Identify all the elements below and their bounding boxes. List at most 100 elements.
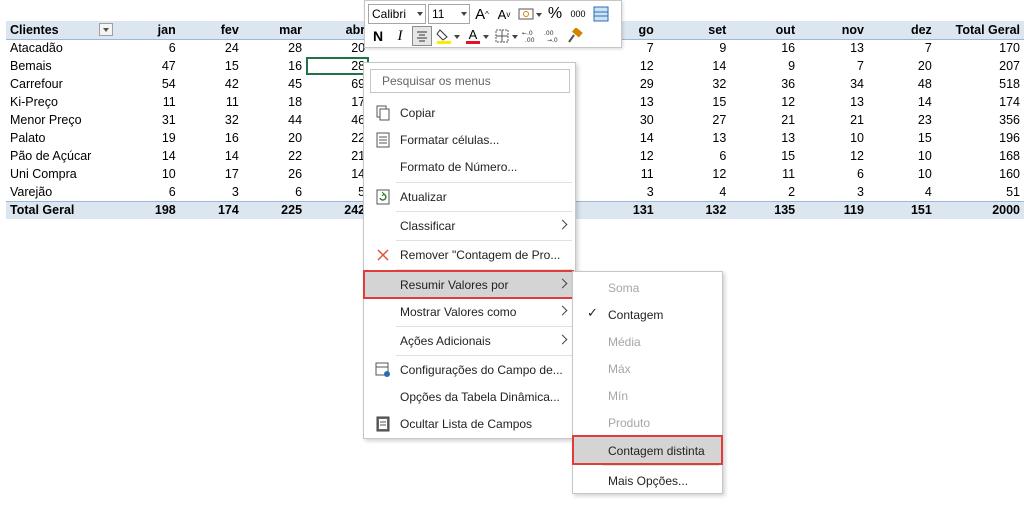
value-cell[interactable]: 12 [799,147,868,165]
row-label-cell[interactable]: Menor Preço [6,111,117,129]
submenu-item-produto[interactable]: Produto [574,409,721,435]
value-cell[interactable]: 119 [799,200,868,219]
value-cell[interactable]: 13 [799,39,868,57]
value-cell[interactable]: 12 [658,165,731,183]
value-cell[interactable]: 4 [868,183,936,201]
submenu-item-media[interactable]: Média [574,328,721,354]
value-cell[interactable]: 356 [936,111,1024,129]
number-format-dropdown[interactable] [536,4,543,24]
fill-color-dropdown[interactable] [454,26,461,46]
menu-item-atualizar[interactable]: Atualizar [365,184,574,210]
filter-dropdown-icon[interactable] [98,22,113,36]
menu-item-copiar[interactable]: Copiar [365,100,574,126]
row-label-cell[interactable]: Total Geral [6,200,117,219]
value-cell[interactable]: 6 [799,165,868,183]
value-cell[interactable]: 6 [117,183,180,201]
header-abr[interactable]: abr [306,21,370,40]
value-cell[interactable]: 22 [243,147,306,165]
fill-color-button[interactable] [434,26,454,46]
value-cell[interactable]: 6 [117,39,180,57]
comma-style-button[interactable]: 000 [567,4,589,24]
value-cell[interactable]: 24 [180,39,243,57]
value-cell[interactable]: 14 [180,147,243,165]
value-cell[interactable]: 16 [243,57,306,75]
value-cell[interactable]: 160 [936,165,1024,183]
value-cell[interactable]: 48 [868,75,936,93]
value-cell[interactable]: 47 [117,57,180,75]
value-cell[interactable]: 16 [730,39,799,57]
row-label-cell[interactable]: Ki-Preço [6,93,117,111]
value-cell[interactable]: 32 [658,75,731,93]
header-mar[interactable]: mar [242,21,307,40]
value-cell[interactable]: 2 [730,183,799,201]
value-cell[interactable]: 17 [306,93,369,111]
value-cell[interactable]: 9 [730,57,799,75]
value-cell[interactable]: 196 [936,129,1024,147]
header-nov[interactable]: nov [799,21,868,40]
row-label-cell[interactable]: Varejão [6,183,117,201]
value-cell[interactable]: 32 [180,111,243,129]
value-cell[interactable]: 225 [242,200,307,219]
value-cell[interactable]: 27 [658,111,731,129]
submenu-item-min[interactable]: Mín [574,382,721,408]
number-format-icon[interactable] [516,4,536,24]
value-cell[interactable]: 198 [116,200,180,219]
value-cell[interactable]: 16 [180,129,243,147]
value-cell[interactable]: 2000 [935,200,1024,219]
value-cell[interactable]: 45 [243,75,306,93]
submenu-item-contagem[interactable]: ✓ Contagem [574,301,721,327]
value-cell[interactable]: 7 [868,39,936,57]
row-label-cell[interactable]: Pão de Açúcar [6,147,117,165]
value-cell[interactable]: 9 [658,39,731,57]
value-cell[interactable]: 13 [730,129,799,147]
value-cell[interactable]: 14 [868,93,936,111]
value-cell[interactable]: 36 [730,75,799,93]
value-cell[interactable]: 21 [306,147,369,165]
value-cell[interactable]: 170 [936,39,1024,57]
value-cell[interactable]: 6 [658,147,731,165]
value-cell[interactable]: 174 [179,200,243,219]
value-cell[interactable]: 13 [658,129,731,147]
value-cell[interactable]: 18 [243,93,306,111]
value-cell[interactable]: 11 [117,93,180,111]
menu-item-classificar[interactable]: Classificar [365,213,574,239]
menu-item-formatar-celulas[interactable]: Formatar células... [365,127,574,153]
increase-font-size-button[interactable]: A ^ [472,4,492,24]
font-color-button[interactable]: A [463,26,483,46]
value-cell[interactable]: 14 [306,165,369,183]
value-cell[interactable]: 28 [243,39,306,57]
borders-dropdown[interactable] [512,26,519,46]
value-cell[interactable]: 34 [799,75,868,93]
value-cell[interactable]: 135 [730,200,800,219]
value-cell[interactable]: 3 [180,183,243,201]
value-cell[interactable]: 7 [799,57,868,75]
value-cell[interactable]: 23 [868,111,936,129]
row-label-cell[interactable]: Palato [6,129,117,147]
value-cell[interactable]: 54 [117,75,180,93]
menu-item-acoes-adicionais[interactable]: Ações Adicionais [365,328,574,354]
font-name-select[interactable]: Calibri [368,4,426,24]
value-cell[interactable]: 31 [117,111,180,129]
header-out[interactable]: out [730,21,800,40]
font-color-dropdown[interactable] [483,26,490,46]
value-cell[interactable]: 69 [306,75,369,93]
value-cell[interactable]: 151 [867,200,936,219]
value-cell[interactable]: 17 [180,165,243,183]
menu-item-opcoes-tabela[interactable]: Opções da Tabela Dinâmica... [365,384,574,410]
menu-item-formato-numero[interactable]: Formato de Número... [365,154,574,180]
value-cell[interactable]: 20 [306,39,369,57]
value-cell[interactable]: 44 [243,111,306,129]
value-cell[interactable]: 11 [730,165,799,183]
header-fev[interactable]: fev [179,21,243,40]
value-cell[interactable]: 242 [306,200,370,219]
header-clientes[interactable]: Clientes [6,21,117,40]
row-label-cell[interactable]: Carrefour [6,75,117,93]
value-cell[interactable]: 4 [658,183,731,201]
value-cell[interactable]: 3 [799,183,868,201]
format-painter-button[interactable] [565,26,585,46]
value-cell[interactable]: 26 [243,165,306,183]
value-cell[interactable]: 14 [117,147,180,165]
value-cell[interactable]: 22 [306,129,369,147]
format-table-button[interactable] [591,4,611,24]
value-cell[interactable]: 19 [117,129,180,147]
